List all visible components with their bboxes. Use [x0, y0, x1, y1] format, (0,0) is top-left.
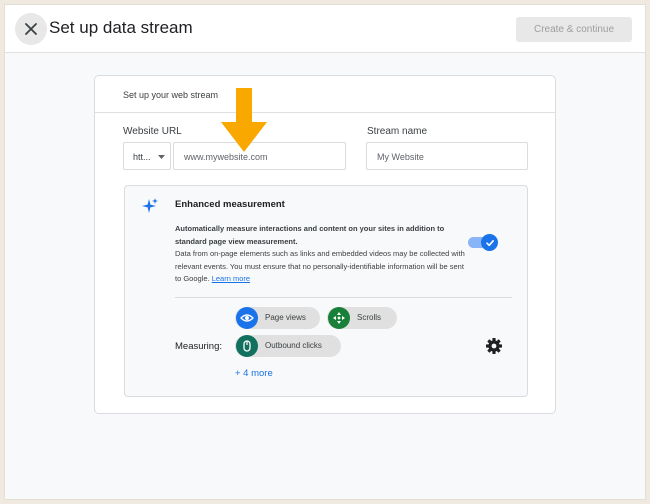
- more-events-link[interactable]: + 4 more: [235, 368, 273, 379]
- chip-label: Scrolls: [357, 313, 382, 322]
- mouse-icon: [236, 335, 258, 357]
- divider: [175, 297, 512, 298]
- description-bold: Automatically measure interactions and c…: [175, 224, 445, 246]
- annotation-arrow-icon: [221, 88, 267, 152]
- enhanced-measurement-toggle[interactable]: [468, 234, 498, 251]
- dropdown-arrow-icon: [158, 155, 165, 159]
- sparkle-icon: [142, 198, 158, 213]
- stream-name-placeholder: My Website: [377, 152, 424, 162]
- stream-name-input[interactable]: My Website: [366, 142, 528, 170]
- create-continue-button[interactable]: Create & continue: [516, 17, 632, 42]
- toggle-knob: [481, 234, 498, 251]
- learn-more-link[interactable]: Learn more: [212, 274, 250, 283]
- enhanced-measurement-title: Enhanced measurement: [175, 199, 285, 210]
- enhanced-measurement-description: Automatically measure interactions and c…: [175, 223, 467, 286]
- crosshair-icon: [328, 307, 350, 329]
- card-title: Set up your web stream: [123, 90, 219, 100]
- protocol-select[interactable]: htt...: [123, 142, 171, 170]
- dialog-window: Set up data stream Create & continue Set…: [4, 4, 646, 500]
- gear-icon: [486, 338, 502, 354]
- card-header: Set up your web stream: [95, 76, 555, 113]
- check-icon: [485, 239, 494, 246]
- chip-label: Outbound clicks: [265, 341, 322, 350]
- stream-name-label: Stream name: [367, 126, 428, 137]
- chip-outbound-clicks: Outbound clicks: [235, 335, 341, 357]
- measuring-label: Measuring:: [175, 341, 222, 352]
- enhanced-measurement-panel: Enhanced measurement Automatically measu…: [124, 185, 528, 397]
- website-url-label: Website URL: [123, 126, 182, 137]
- top-bar: Set up data stream Create & continue: [5, 5, 645, 53]
- protocol-value: htt...: [133, 152, 151, 162]
- web-stream-card: Set up your web stream Website URL htt..…: [94, 75, 556, 414]
- close-icon: [25, 23, 37, 35]
- eye-icon: [236, 307, 258, 329]
- chip-label: Page views: [265, 313, 306, 322]
- page-title: Set up data stream: [49, 18, 193, 37]
- settings-button[interactable]: [485, 337, 503, 355]
- chip-page-views: Page views: [235, 307, 320, 329]
- close-button[interactable]: [15, 13, 47, 45]
- chip-scrolls: Scrolls: [327, 307, 397, 329]
